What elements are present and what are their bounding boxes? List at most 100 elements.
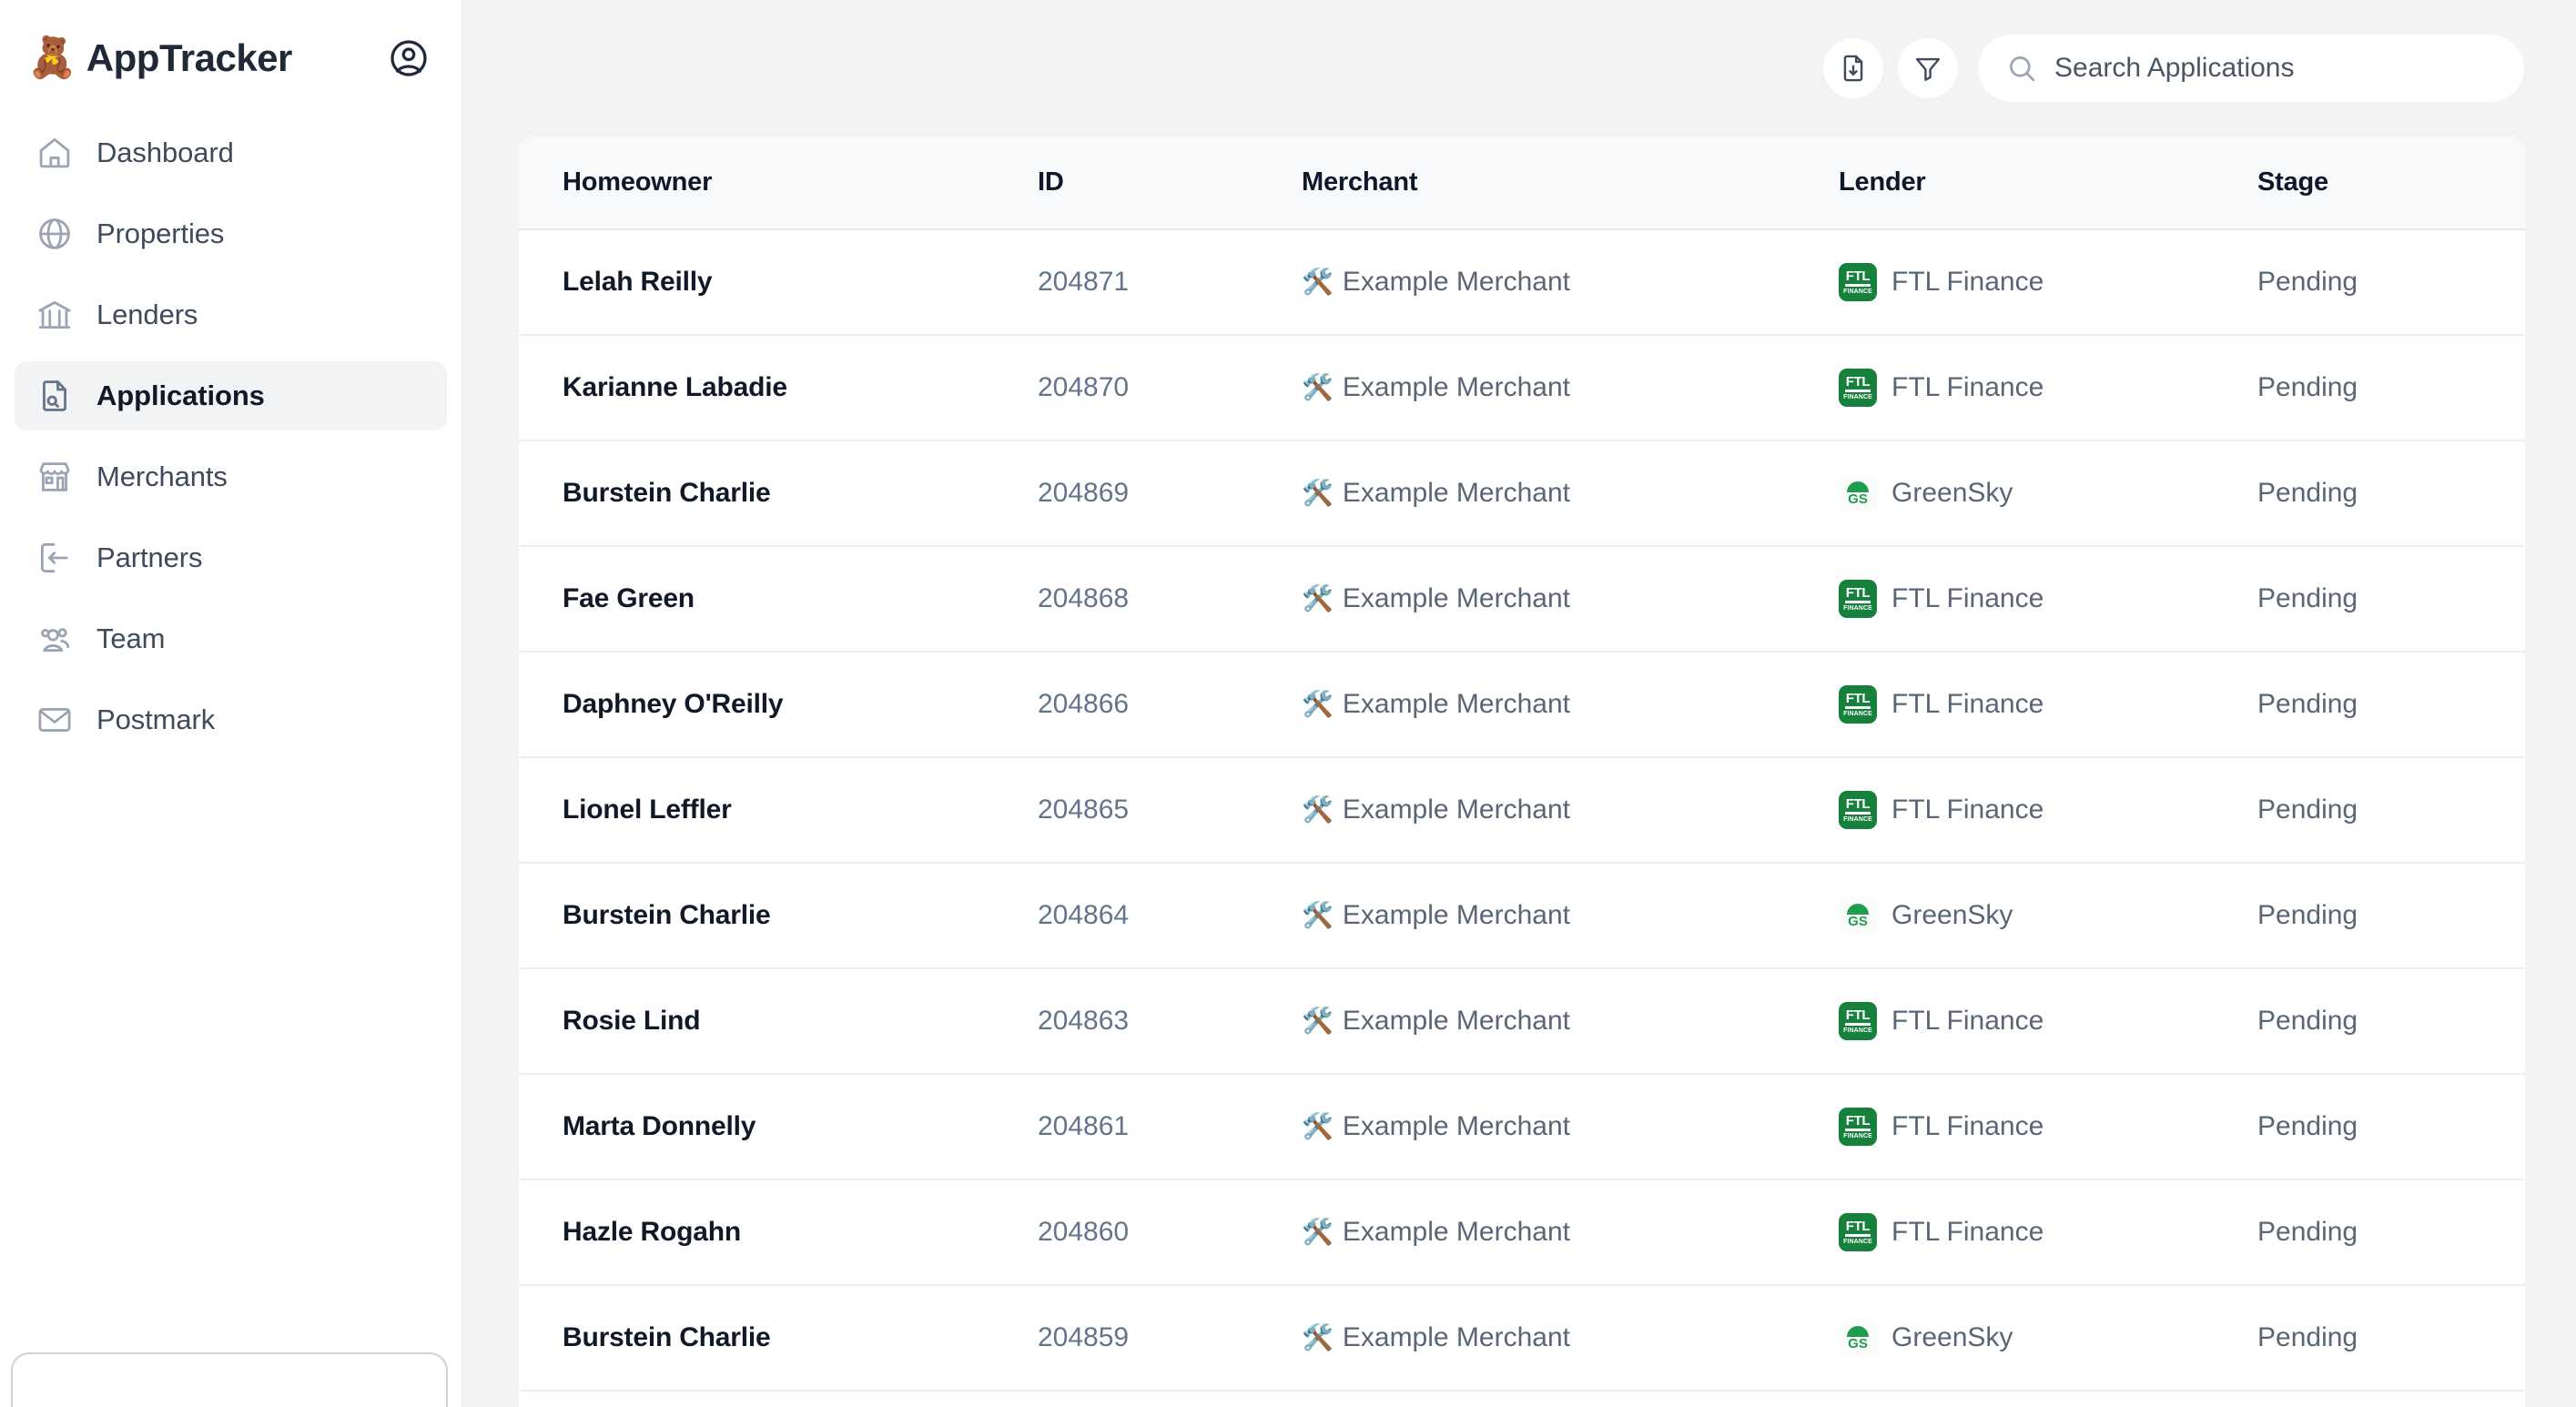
sidebar-item-merchants[interactable]: Merchants <box>15 442 447 511</box>
sidebar: 🧸 AppTracker Dashboard <box>0 0 462 1407</box>
lender-cell-inner: GSGreenSky <box>1839 474 2257 512</box>
status-badge: Pending <box>2257 795 2358 825</box>
application-id: 204863 <box>1038 1006 1129 1036</box>
homeowner-name: Hazle Rogahn <box>563 1217 741 1247</box>
status-badge: Pending <box>2257 1322 2358 1352</box>
table-row[interactable]: Burstein Charlie 204869 🛠️ Example Merchant… <box>519 440 2525 546</box>
cell-homeowner: Hazle Rogahn <box>519 1179 1038 1285</box>
ftl-logo-line2: FINANCE <box>1843 605 1872 612</box>
lender-name: GreenSky <box>1891 478 2013 509</box>
column-header-id[interactable]: ID <box>1038 137 1302 229</box>
sidebar-item-team[interactable]: Team <box>15 604 447 673</box>
sidebar-nav: Dashboard Properties <box>0 118 461 754</box>
cell-homeowner: Lelah Reilly <box>519 229 1038 335</box>
table-row[interactable]: Burstein Charlie204859🛠️Example Merchant… <box>519 1285 2525 1391</box>
application-id: 204868 <box>1038 583 1129 613</box>
table-row[interactable]: Fae Green204868🛠️Example MerchantFTLFINA… <box>519 546 2525 652</box>
status-badge: Pending <box>2257 583 2358 613</box>
sidebar-item-label: Properties <box>96 218 224 250</box>
merchant-name: Example Merchant <box>1343 583 1570 614</box>
sidebar-item-properties[interactable]: Properties <box>15 199 447 268</box>
lender-cell-inner: FTLFINANCEFTL Finance <box>1839 791 2257 829</box>
cell-merchant: 🛠️Example Merchant <box>1302 546 1839 652</box>
homeowner-name: Marta Donnelly <box>563 1111 756 1141</box>
table-row[interactable]: Daphney O'Reilly204866🛠️Example Merchant… <box>519 652 2525 757</box>
merchant-name: Example Merchant <box>1343 689 1570 720</box>
column-header-merchant[interactable]: Merchant <box>1302 137 1839 229</box>
sidebar-item-label: Postmark <box>96 704 215 736</box>
file-download-icon <box>1838 53 1869 84</box>
cell-merchant: 🛠️ Example Merchant <box>1302 968 1839 1074</box>
ftl-logo-bar <box>1845 1023 1871 1026</box>
merchant-cell-inner: 🛠️Example Merchant <box>1302 1322 1839 1353</box>
sidebar-item-applications[interactable]: Applications <box>15 361 447 430</box>
homeowner-name: Rosie Lind <box>563 1006 700 1036</box>
search-input[interactable] <box>2054 53 2497 84</box>
cell-stage: Pending <box>2257 863 2525 968</box>
ftl-logo-line1: FTL <box>1846 693 1871 704</box>
column-header-lender[interactable]: Lender <box>1839 137 2257 229</box>
user-circle-icon[interactable] <box>387 36 431 80</box>
merchant-name: Example Merchant <box>1343 900 1570 931</box>
table-row[interactable]: Jared Leffler204858🛠️Example MerchantFTL… <box>519 1391 2525 1407</box>
table-row[interactable]: Hazle Rogahn204860🛠️Example MerchantFTLF… <box>519 1179 2525 1285</box>
application-id: 204869 <box>1038 478 1129 508</box>
sidebar-item-lenders[interactable]: Lenders <box>15 280 447 349</box>
greensky-dome-shape <box>1847 904 1869 915</box>
greensky-initials: GS <box>1848 916 1868 928</box>
ftl-logo-bar <box>1845 706 1871 709</box>
status-badge: Pending <box>2257 478 2358 508</box>
ftl-logo-line2: FINANCE <box>1843 288 1872 295</box>
funnel-filter-icon <box>1912 53 1943 84</box>
lender-name: FTL Finance <box>1891 1217 2044 1248</box>
cell-lender: FTLFINANCEFTL Finance <box>1839 757 2257 863</box>
merchant-cell-inner: 🛠️Example Merchant <box>1302 1217 1839 1248</box>
homeowner-name: Burstein Charlie <box>563 900 771 930</box>
ftl-finance-logo-icon: FTLFINANCE <box>1839 791 1877 829</box>
application-id: 204871 <box>1038 267 1129 297</box>
table-row[interactable]: Lelah Reilly204871🛠️Example MerchantFTLF… <box>519 229 2525 335</box>
sidebar-item-partners[interactable]: Partners <box>15 523 447 592</box>
cell-id: 204860 <box>1038 1179 1302 1285</box>
column-header-stage[interactable]: Stage <box>2257 137 2525 229</box>
merchant-name: Example Merchant <box>1343 267 1570 298</box>
app-title: AppTracker <box>86 36 387 80</box>
ftl-finance-logo-icon: FTLFINANCE <box>1839 263 1877 301</box>
cell-lender: FTLFINANCEFTL Finance <box>1839 546 2257 652</box>
homeowner-name: Burstein Charlie <box>563 478 771 508</box>
app-root: 🧸 AppTracker Dashboard <box>0 0 2576 1407</box>
globe-icon <box>35 214 75 254</box>
table-row[interactable]: Rosie Lind204863🛠️Example MerchantFTLFIN… <box>519 968 2525 1074</box>
greensky-initials: GS <box>1848 1338 1868 1351</box>
hammer-and-wrench-icon: 🛠️ <box>1302 1008 1334 1034</box>
search-applications-box[interactable] <box>1978 35 2524 102</box>
table-row[interactable]: Lionel Leffler204865🛠️Example MerchantFT… <box>519 757 2525 863</box>
merchant-name: Example Merchant <box>1343 1006 1570 1037</box>
sidebar-item-dashboard[interactable]: Dashboard <box>15 118 447 187</box>
sidebar-footer-panel[interactable] <box>11 1352 448 1407</box>
ftl-logo-bar <box>1845 1129 1871 1131</box>
sidebar-item-label: Lenders <box>96 299 198 331</box>
merchant-name: Example Merchant <box>1343 478 1570 509</box>
homeowner-name: Lionel Leffler <box>563 795 732 825</box>
column-header-homeowner[interactable]: Homeowner <box>519 137 1038 229</box>
lender-cell-inner: FTLFINANCEFTL Finance <box>1839 580 2257 618</box>
lender-cell-inner: FTLFINANCEFTL Finance <box>1839 685 2257 724</box>
table-row[interactable]: Burstein Charlie204864🛠️Example Merchant… <box>519 863 2525 968</box>
table-row[interactable]: Marta Donnelly204861🛠️Example MerchantFT… <box>519 1074 2525 1179</box>
application-id: 204870 <box>1038 372 1129 402</box>
greensky-dome-shape <box>1847 481 1869 492</box>
filter-button[interactable] <box>1898 38 1958 98</box>
sidebar-item-postmark[interactable]: Postmark <box>15 685 447 754</box>
table-row[interactable]: Karianne Labadie204870🛠️Example Merchant… <box>519 335 2525 440</box>
lender-name: FTL Finance <box>1891 689 2044 720</box>
login-arrow-icon <box>35 538 75 578</box>
download-button[interactable] <box>1823 38 1883 98</box>
bank-icon <box>35 295 75 335</box>
merchant-name: Example Merchant <box>1343 372 1570 403</box>
status-badge: Pending <box>2257 372 2358 402</box>
ftl-logo-bar <box>1845 812 1871 815</box>
cell-merchant: 🛠️Example Merchant <box>1302 335 1839 440</box>
cell-merchant: 🛠️Example Merchant <box>1302 1074 1839 1179</box>
hammer-and-wrench-icon: 🛠️ <box>1302 481 1334 506</box>
